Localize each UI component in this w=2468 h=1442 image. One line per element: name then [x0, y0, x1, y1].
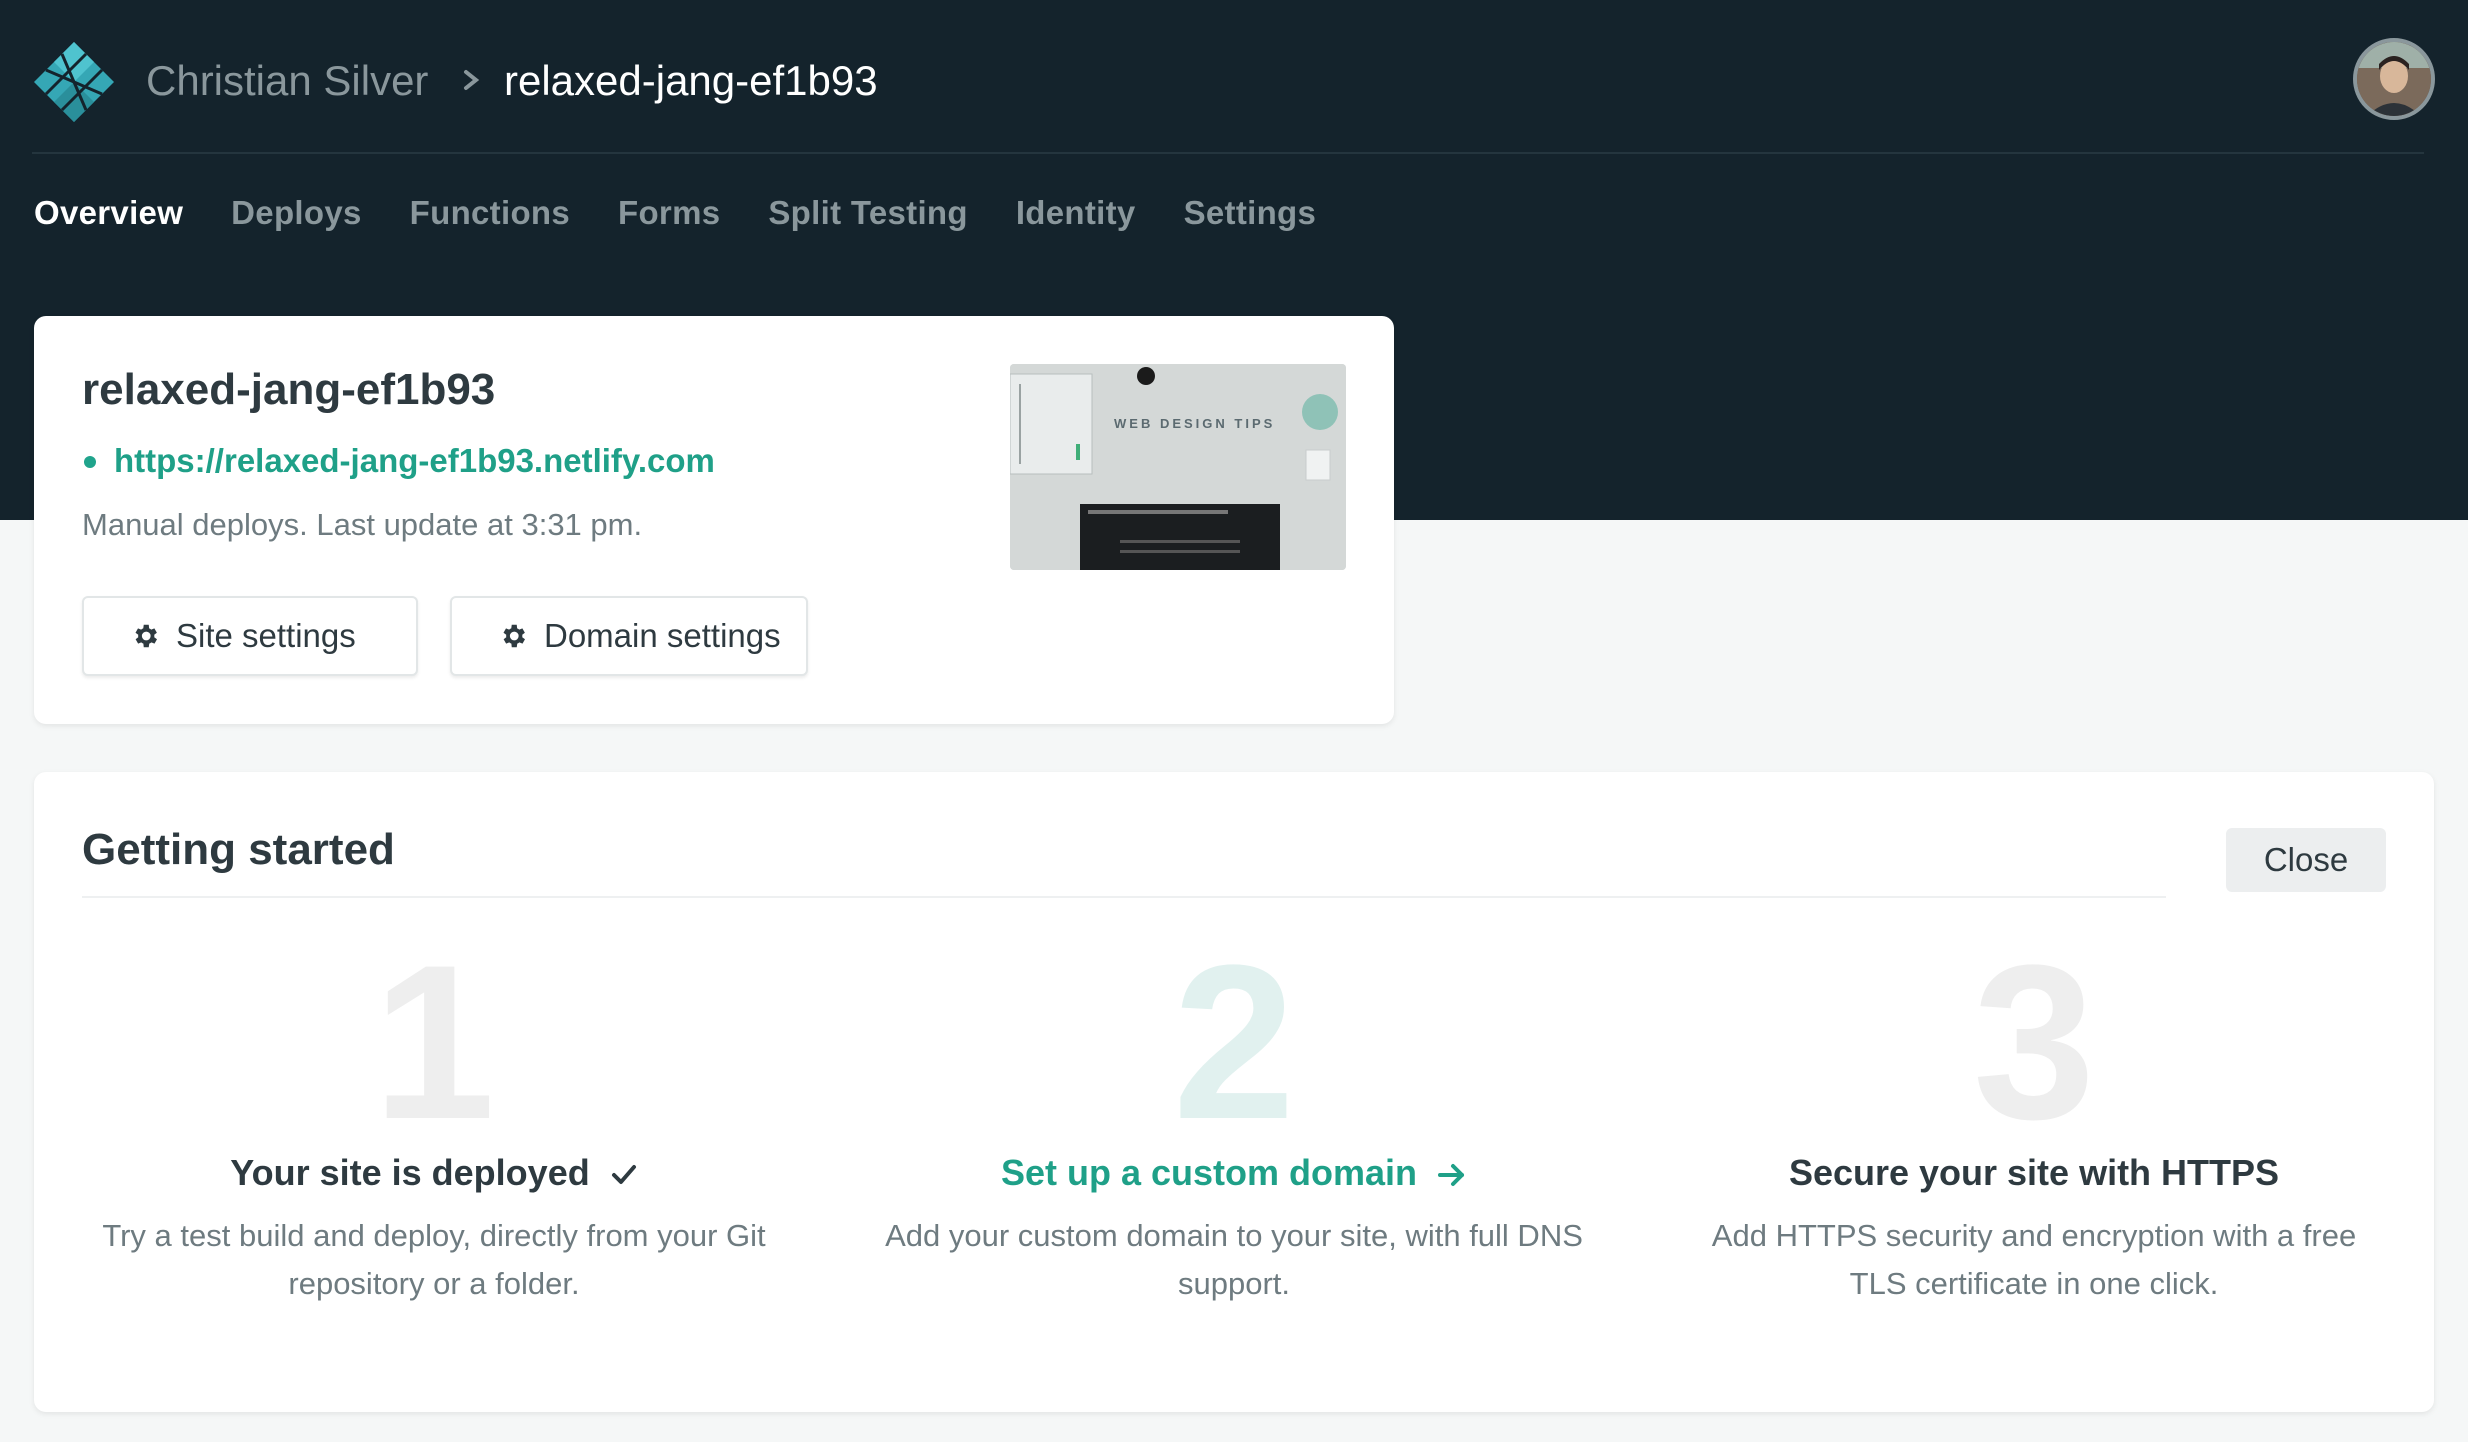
step-title: Your site is deployed — [34, 1150, 834, 1196]
step-deployed: 1 Your site is deployed Try a test build… — [34, 919, 834, 1308]
tab-settings[interactable]: Settings — [1184, 190, 1317, 240]
site-url-link[interactable]: https://relaxed-jang-ef1b93.netlify.com — [114, 440, 715, 482]
close-button[interactable]: Close — [2226, 828, 2386, 892]
getting-started-divider — [82, 896, 2166, 898]
step-title: Secure your site with HTTPS — [1788, 1152, 2280, 1193]
preview-caption: WEB DESIGN TIPS — [1114, 416, 1276, 431]
site-settings-button[interactable]: Site settings — [82, 596, 418, 676]
site-preview-thumbnail[interactable]: WEB DESIGN TIPS — [1010, 364, 1346, 570]
site-settings-label: Site settings — [176, 617, 356, 654]
step-number: 2 — [1172, 919, 1296, 1165]
tab-forms[interactable]: Forms — [618, 190, 720, 240]
site-overview-card: relaxed-jang-ef1b93 https://relaxed-jang… — [34, 316, 1394, 724]
step-description: Try a test build and deploy, directly fr… — [102, 1218, 766, 1301]
status-dot — [84, 456, 96, 468]
tab-split-testing[interactable]: Split Testing — [768, 190, 967, 240]
step-custom-domain: 2 Set up a custom domain Add your custom… — [834, 919, 1634, 1308]
preview-image — [1010, 364, 1346, 570]
domain-settings-label: Domain settings — [544, 617, 781, 654]
site-nav: Overview Deploys Functions Forms Split T… — [34, 190, 1316, 240]
netlify-logo-icon[interactable] — [32, 40, 116, 124]
chevron-right-icon — [464, 70, 480, 90]
tab-identity[interactable]: Identity — [1016, 190, 1136, 240]
deploy-status-text: Manual deploys. Last update at 3:31 pm. — [82, 507, 643, 542]
avatar-icon — [2357, 42, 2431, 116]
breadcrumb-site[interactable]: relaxed-jang-ef1b93 — [504, 56, 878, 106]
domain-settings-button[interactable]: Domain settings — [450, 596, 808, 676]
topbar-divider — [32, 152, 2424, 154]
step-description: Add your custom domain to your site, wit… — [885, 1218, 1583, 1301]
getting-started-title: Getting started — [82, 825, 395, 874]
site-title: relaxed-jang-ef1b93 — [82, 365, 496, 414]
tab-overview[interactable]: Overview — [34, 190, 183, 240]
step-description: Add HTTPS security and encryption with a… — [1711, 1218, 2357, 1301]
checkmark-icon — [611, 1165, 636, 1185]
step-number: 1 — [372, 919, 496, 1165]
arrow-right-icon — [1438, 1164, 1465, 1187]
getting-started-card: Getting started Close 1 Your site is dep… — [34, 772, 2434, 1412]
breadcrumb-owner[interactable]: Christian Silver — [146, 56, 428, 106]
step-title-text: Your site is deployed — [230, 1152, 590, 1193]
tab-deploys[interactable]: Deploys — [231, 190, 361, 240]
tab-functions[interactable]: Functions — [410, 190, 570, 240]
step-https: 3 Secure your site with HTTPS Add HTTPS … — [1634, 919, 2434, 1308]
top-bar: Christian Silver relaxed-jang-ef1b93 — [0, 0, 2468, 156]
step-number: 3 — [1972, 919, 2096, 1165]
gear-icon — [503, 624, 525, 648]
step-title-text: Set up a custom domain — [1000, 1152, 1418, 1193]
custom-domain-link[interactable]: Set up a custom domain — [834, 1150, 1634, 1196]
user-avatar[interactable] — [2353, 38, 2435, 120]
gear-icon — [135, 624, 157, 648]
